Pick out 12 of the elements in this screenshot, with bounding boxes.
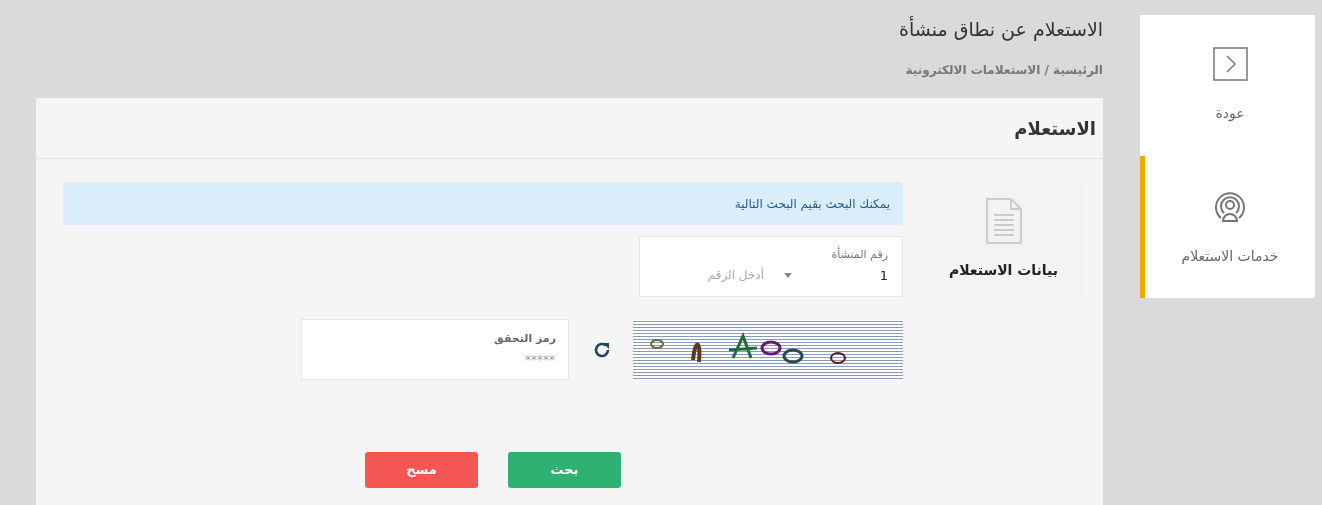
field-label: رمز التحقق bbox=[494, 331, 556, 347]
chevron-icon bbox=[1212, 47, 1248, 81]
sidebar-item[interactable]: خدمات الاستعلام bbox=[1140, 156, 1315, 298]
caret-icon bbox=[784, 272, 792, 278]
info-alert: يمكنك البحث بقيم البحث التالية bbox=[63, 182, 903, 225]
sidebar-item[interactable]: عودة bbox=[1140, 15, 1315, 156]
document-icon bbox=[985, 198, 1022, 244]
page-title: الاستعلام عن نطاق منشأة bbox=[898, 16, 1103, 42]
field-label: رقم المنشأة bbox=[830, 247, 888, 263]
card-title: الاستعلام bbox=[1014, 116, 1096, 141]
clear-button[interactable]: مسح bbox=[365, 452, 478, 488]
breadcrumb: الرئيسية / الاستعلامات الالكترونية bbox=[904, 62, 1103, 79]
